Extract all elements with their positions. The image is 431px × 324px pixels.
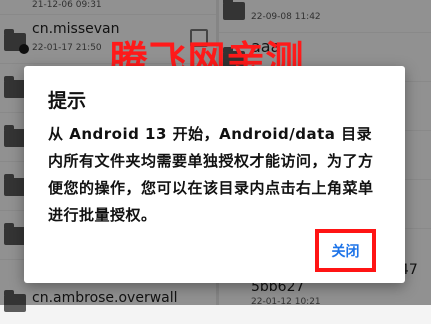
dialog-message: 从 Android 13 开始，Android/data 目录内所有文件夹均需要… [48, 125, 374, 224]
dialog-title: 提示 [48, 90, 87, 112]
permission-dialog: 提示 从 Android 13 开始，Android/data 目录内所有文件夹… [24, 66, 405, 283]
close-button[interactable]: 关闭 [315, 229, 376, 272]
